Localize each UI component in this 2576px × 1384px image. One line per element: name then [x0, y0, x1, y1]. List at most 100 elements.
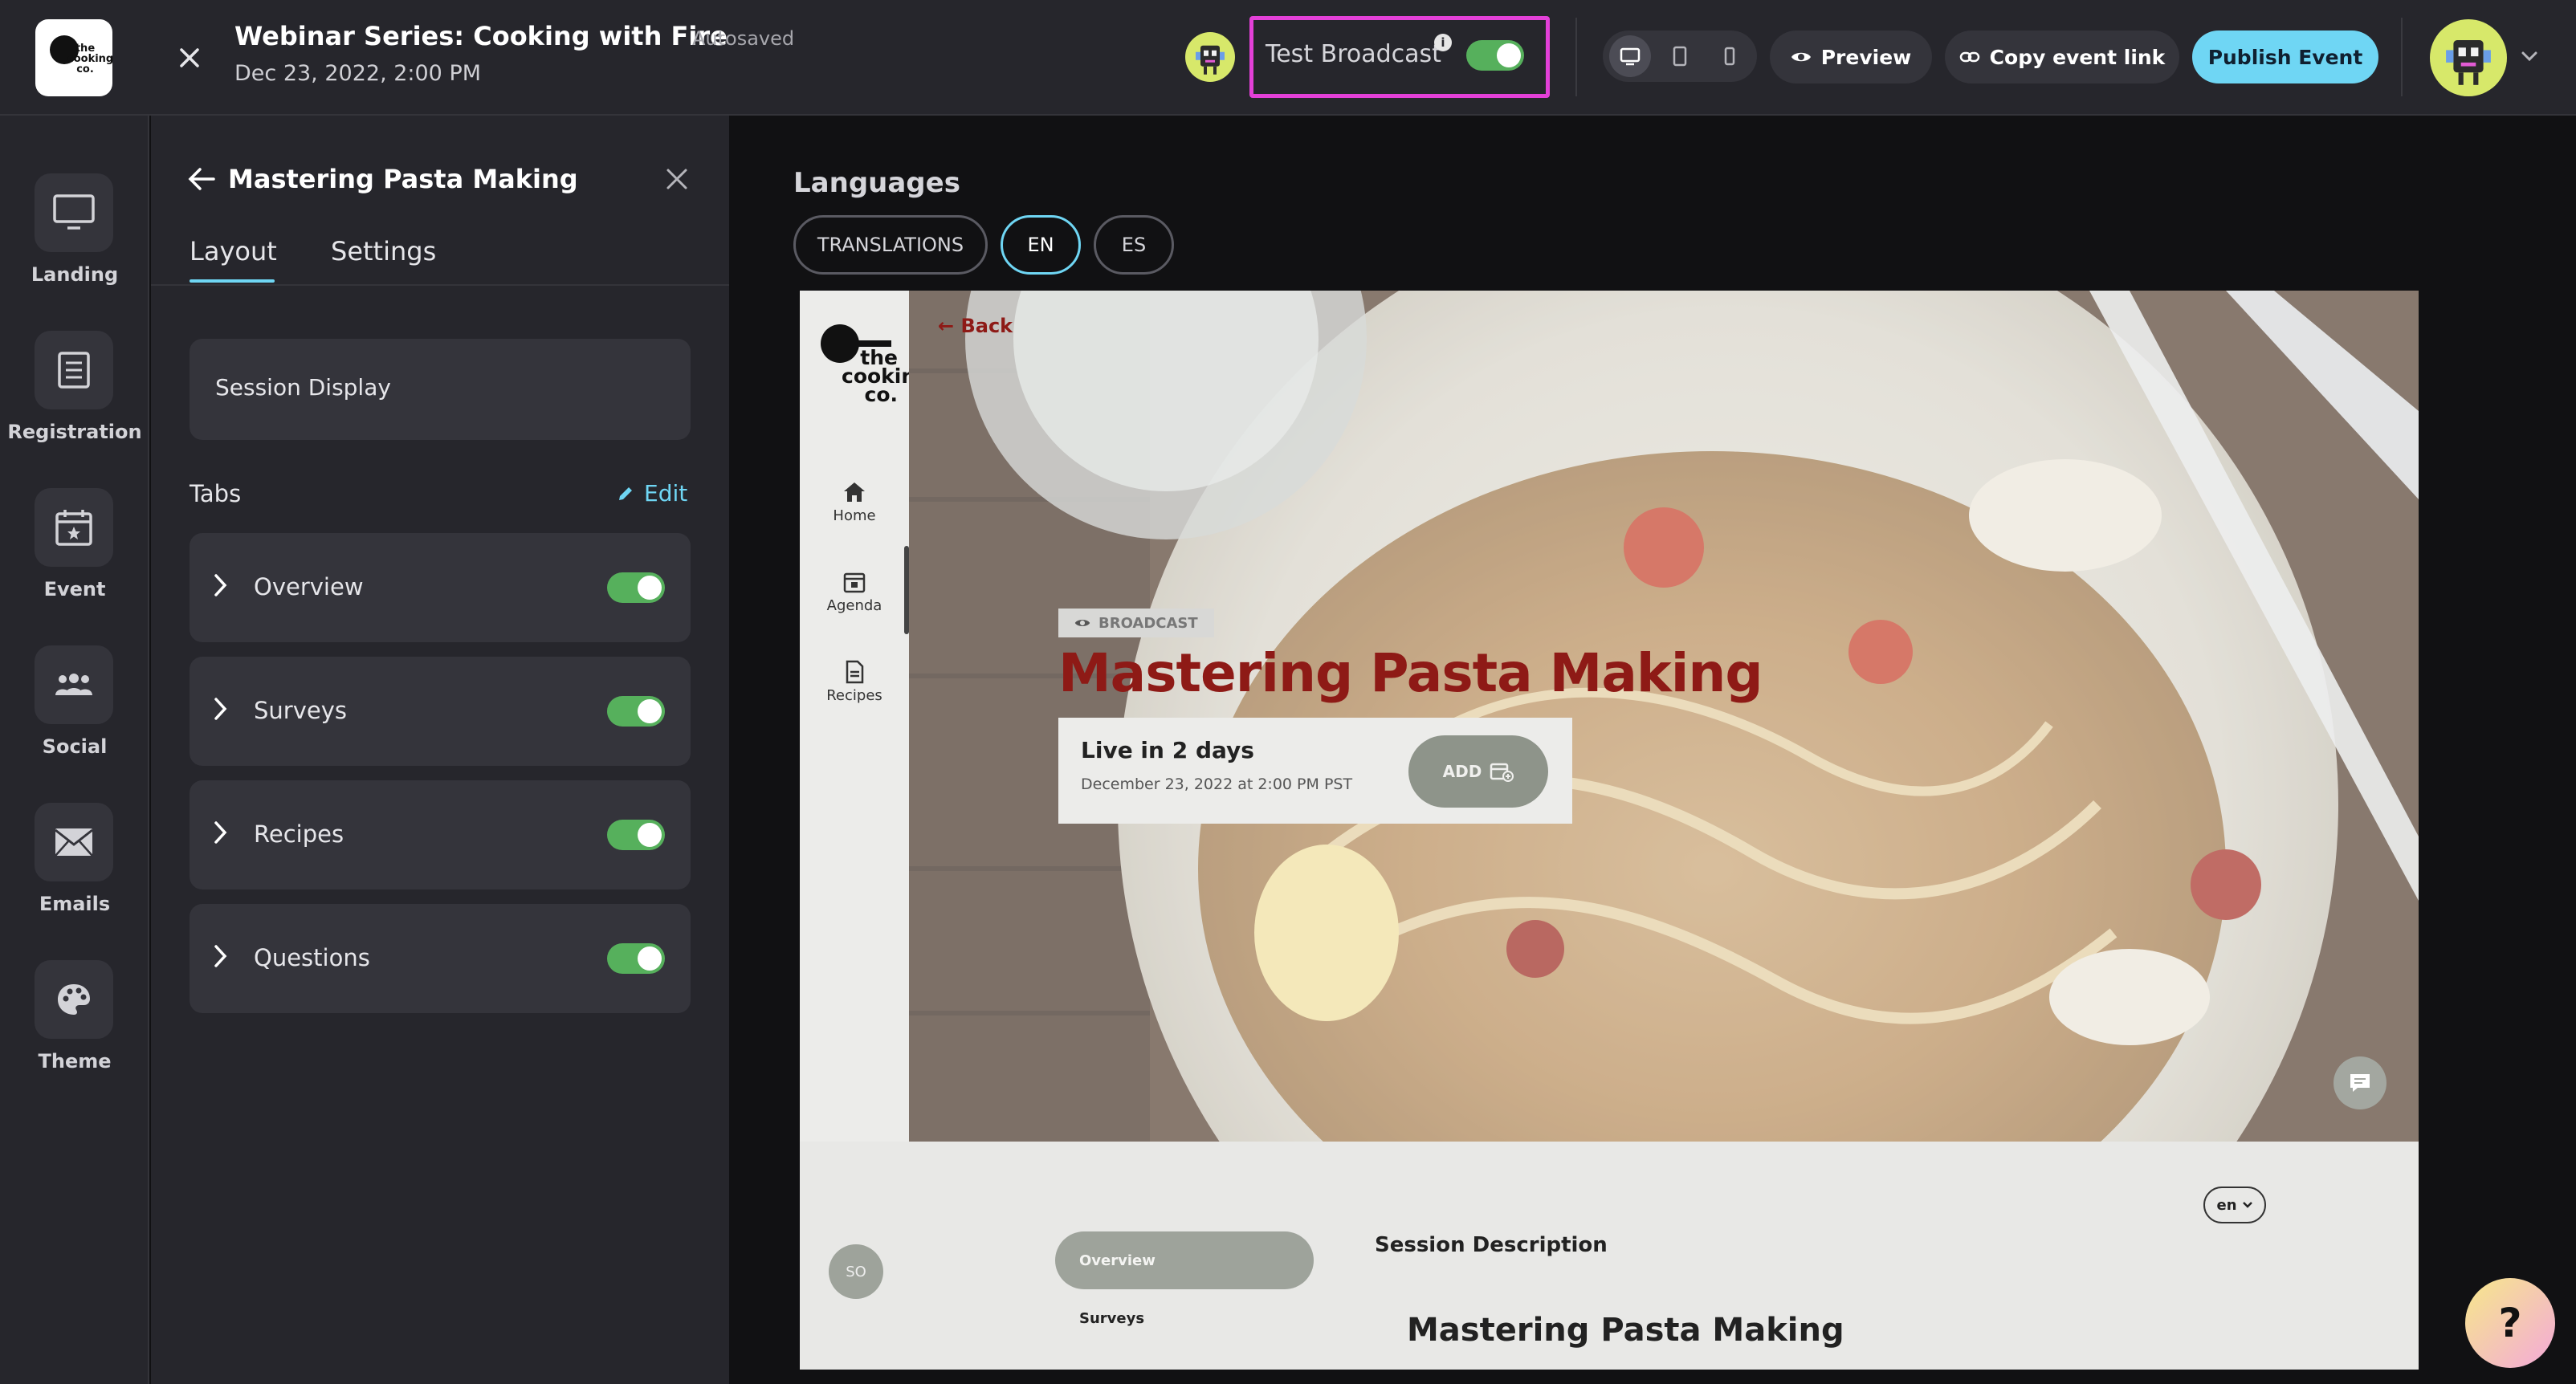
- preview-sidebar: the cooking co. Home Agenda Recipes: [800, 291, 931, 1142]
- tab-row-label: Overview: [254, 573, 364, 600]
- nav-tile: [35, 960, 113, 1039]
- tab-row-surveys[interactable]: Surveys: [190, 657, 691, 766]
- desktop-view-button[interactable]: [1609, 35, 1651, 77]
- pasta-photo: [909, 291, 2419, 1142]
- header-divider: [2401, 18, 2403, 96]
- calendar-icon: [55, 510, 92, 546]
- back-label: Back: [960, 315, 1013, 337]
- tab-row-recipes[interactable]: Recipes: [190, 780, 691, 889]
- user-avatar[interactable]: [2430, 19, 2507, 96]
- nav-item-theme[interactable]: Theme: [0, 960, 149, 1105]
- back-link[interactable]: ← Back: [938, 315, 1013, 337]
- nav-tile: [35, 803, 113, 881]
- preview-tab-surveys[interactable]: Surveys: [1079, 1310, 1144, 1327]
- recipes-toggle[interactable]: [607, 820, 665, 850]
- tab-row-label: Recipes: [254, 820, 344, 848]
- logo-text: the cooking co.: [67, 43, 114, 75]
- mobile-view-button[interactable]: [1709, 35, 1751, 77]
- tab-layout[interactable]: Layout: [190, 236, 277, 267]
- nav-tile: [35, 331, 113, 409]
- preview-logo[interactable]: the cooking co.: [821, 324, 931, 406]
- language-es-button[interactable]: ES: [1094, 215, 1174, 275]
- chevron-right-icon[interactable]: [212, 944, 230, 968]
- desktop-icon: [1620, 47, 1641, 66]
- questions-toggle[interactable]: [607, 943, 665, 974]
- session-display-button[interactable]: Session Display: [190, 339, 691, 440]
- nav-label: Registration: [7, 421, 142, 443]
- event-page-preview: the cooking co. Home Agenda Recipes ← Ba…: [800, 291, 2419, 1370]
- tab-row-overview[interactable]: Overview: [190, 533, 691, 642]
- preview-language-select[interactable]: en: [2203, 1187, 2266, 1223]
- collaborator-avatar[interactable]: [1185, 32, 1235, 82]
- session-display-label: Session Display: [215, 374, 391, 401]
- app-logo[interactable]: the cooking co.: [35, 19, 114, 96]
- live-countdown: Live in 2 days: [1081, 737, 1254, 763]
- arrow-left-icon[interactable]: [188, 167, 215, 191]
- preview-nav-agenda[interactable]: Agenda: [800, 570, 909, 614]
- nav-tile: [35, 173, 113, 252]
- arrow-left-icon: ←: [938, 315, 961, 337]
- tab-settings[interactable]: Settings: [331, 236, 436, 267]
- session-description-heading: Session Description: [1375, 1233, 1608, 1257]
- info-icon[interactable]: i: [1434, 34, 1452, 51]
- surveys-toggle[interactable]: [607, 696, 665, 727]
- publish-event-button[interactable]: Publish Event: [2192, 31, 2378, 83]
- tablet-icon: [1673, 46, 1687, 67]
- attendee-avatar[interactable]: SO: [829, 1244, 883, 1299]
- preview-nav-recipes[interactable]: Recipes: [800, 660, 909, 704]
- broadcast-badge: BROADCAST: [1058, 609, 1214, 637]
- add-to-calendar-button[interactable]: ADD: [1408, 735, 1548, 808]
- publish-label: Publish Event: [2207, 45, 2363, 69]
- preview-button[interactable]: Preview: [1770, 31, 1932, 83]
- overview-toggle[interactable]: [607, 572, 665, 603]
- tab-row-questions[interactable]: Questions: [190, 904, 691, 1013]
- edit-tabs-button[interactable]: Edit: [617, 480, 687, 507]
- nav-label: Landing: [31, 263, 119, 286]
- language-en-button[interactable]: EN: [1001, 215, 1081, 275]
- close-icon[interactable]: [665, 167, 689, 191]
- home-icon: [844, 482, 865, 502]
- toggle-knob: [638, 946, 662, 971]
- chevron-right-icon[interactable]: [212, 573, 230, 597]
- preview-logo-text: the cooking co.: [842, 346, 931, 406]
- nav-item-social[interactable]: Social: [0, 645, 149, 790]
- live-date: December 23, 2022 at 2:00 PM PST: [1081, 775, 1353, 793]
- palette-icon: [58, 984, 90, 1015]
- nav-item-landing[interactable]: Landing: [0, 173, 149, 318]
- preview-nav-home[interactable]: Home: [800, 480, 909, 524]
- document-icon: [846, 660, 864, 684]
- nav-item-emails[interactable]: Emails: [0, 803, 149, 947]
- mobile-icon: [1724, 47, 1735, 66]
- list-icon: [58, 352, 90, 389]
- nav-item-registration[interactable]: Registration: [0, 331, 149, 475]
- chevron-down-icon[interactable]: [2518, 45, 2541, 67]
- copy-event-link-button[interactable]: Copy event link: [1945, 31, 2179, 83]
- close-icon[interactable]: [172, 40, 207, 75]
- tablet-view-button[interactable]: [1659, 35, 1701, 77]
- translations-button[interactable]: TRANSLATIONS: [793, 215, 988, 275]
- copy-link-label: Copy event link: [1989, 45, 2166, 69]
- robot-avatar-icon: [1196, 45, 1225, 75]
- calendar-icon: [843, 572, 866, 593]
- badge-label: BROADCAST: [1098, 614, 1198, 632]
- help-button[interactable]: ?: [2465, 1278, 2555, 1368]
- link-icon: [1959, 51, 1979, 63]
- chat-icon: [2350, 1074, 2370, 1092]
- calendar-add-icon: [1490, 763, 1514, 782]
- test-broadcast-toggle[interactable]: [1466, 40, 1524, 71]
- active-tab-indicator: [190, 279, 275, 283]
- people-icon: [55, 674, 92, 695]
- nav-label: Social: [42, 735, 108, 758]
- languages-label: Languages: [793, 167, 960, 199]
- chevron-right-icon[interactable]: [212, 820, 230, 845]
- nav-tile: [35, 488, 113, 567]
- toggle-knob: [638, 823, 662, 847]
- test-broadcast-label: Test Broadcast: [1266, 40, 1441, 68]
- chat-button[interactable]: [2333, 1056, 2386, 1109]
- top-header: the cooking co. Webinar Series: Cooking …: [0, 0, 2576, 116]
- nav-item-event[interactable]: Event: [0, 488, 149, 633]
- session-title: Mastering Pasta Making: [1058, 642, 1763, 704]
- preview-tab-overview[interactable]: Overview: [1055, 1231, 1314, 1289]
- tab-row-label: Surveys: [254, 697, 347, 724]
- chevron-right-icon[interactable]: [212, 697, 230, 721]
